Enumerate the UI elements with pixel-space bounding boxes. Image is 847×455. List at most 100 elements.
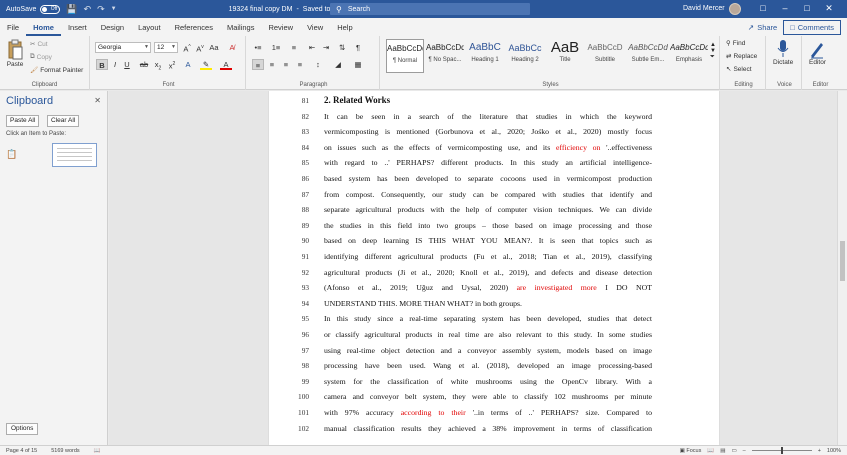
borders-icon[interactable]: ▦ bbox=[352, 59, 364, 70]
read-mode-icon[interactable]: 📖 bbox=[707, 448, 714, 454]
show-formatting-icon[interactable]: ¶ bbox=[352, 42, 364, 53]
tab-insert[interactable]: Insert bbox=[61, 23, 94, 36]
decrease-indent-icon[interactable]: ⇤ bbox=[306, 42, 318, 53]
align-left-icon[interactable]: ≡ bbox=[252, 59, 264, 70]
grow-font-icon[interactable]: A^ bbox=[181, 42, 193, 54]
style-title[interactable]: AaB Title bbox=[546, 39, 584, 73]
text-line[interactable]: UNDERSTAND THIS. MORE THAN WHAT? in both… bbox=[324, 299, 652, 308]
paste-button[interactable]: Paste bbox=[6, 39, 24, 68]
multilevel-list-icon[interactable]: ≡ bbox=[288, 42, 300, 53]
text-line[interactable]: (Afonso et al., 2019; Uğuz and Uysal, 20… bbox=[324, 283, 652, 292]
subscript-icon[interactable]: x2 bbox=[152, 59, 164, 72]
styles-more-icon[interactable]: ▲ ▼ ⏷ bbox=[710, 42, 716, 61]
style-no-spacing[interactable]: AaBbCcDd ¶ No Spac... bbox=[426, 39, 464, 73]
paste-all-button[interactable]: Paste All bbox=[6, 115, 40, 127]
close-icon[interactable]: ✕ bbox=[818, 3, 840, 14]
tab-view[interactable]: View bbox=[300, 23, 330, 36]
text-line[interactable]: agricultural products (Ji et al., 2020; … bbox=[324, 268, 652, 277]
vertical-scrollbar[interactable] bbox=[837, 91, 847, 445]
undo-icon[interactable]: ↶ bbox=[84, 4, 92, 15]
customize-toolbar-icon[interactable]: ▼ bbox=[111, 6, 117, 12]
redo-icon[interactable]: ↷ bbox=[97, 4, 105, 15]
style-subtitle[interactable]: AaBbCcD Subtitle bbox=[586, 39, 624, 73]
find-button[interactable]: ⚲ Find bbox=[726, 39, 745, 48]
bold-icon[interactable]: B bbox=[96, 59, 108, 70]
increase-indent-icon[interactable]: ⇥ bbox=[320, 42, 332, 53]
style-normal[interactable]: AaBbCcDd ¶ Normal bbox=[386, 39, 424, 73]
text-line[interactable]: using real-time object detection and a c… bbox=[324, 346, 652, 355]
text-line[interactable]: the studies in this field into two group… bbox=[324, 221, 652, 230]
font-color-icon[interactable]: A bbox=[220, 59, 232, 70]
web-layout-icon[interactable]: ▭ bbox=[731, 448, 736, 454]
tab-references[interactable]: References bbox=[168, 23, 220, 36]
text-line[interactable]: In this study since a real-time separati… bbox=[324, 314, 652, 323]
scrollbar-thumb[interactable] bbox=[840, 241, 845, 281]
proofing-icon[interactable]: 📖 bbox=[94, 448, 101, 454]
word-count[interactable]: 5169 words bbox=[51, 448, 79, 454]
style-emphasis[interactable]: AaBbCcDd Emphasis bbox=[670, 39, 708, 73]
close-icon[interactable]: ✕ bbox=[94, 96, 101, 105]
section-heading[interactable]: 2. Related Works bbox=[324, 95, 652, 105]
ribbon-display-icon[interactable]: □ bbox=[752, 3, 774, 14]
avatar[interactable] bbox=[729, 3, 741, 15]
tab-design[interactable]: Design bbox=[94, 23, 131, 36]
text-line[interactable]: vermicomposting is mentioned (Gorbunova … bbox=[324, 127, 652, 136]
strikethrough-icon[interactable]: ab bbox=[138, 59, 150, 70]
text-line[interactable]: It can be seen in a search of the litera… bbox=[324, 112, 652, 121]
text-line[interactable]: processing have been used. Wang et al. (… bbox=[324, 361, 652, 370]
format-painter-button[interactable]: 🖌 Format Painter bbox=[30, 66, 83, 75]
clear-all-button[interactable]: Clear All bbox=[47, 115, 80, 127]
tab-help[interactable]: Help bbox=[330, 23, 359, 36]
italic-icon[interactable]: I bbox=[109, 59, 121, 70]
text-line[interactable]: with regard to ..' PERHAPS? different pr… bbox=[324, 158, 652, 167]
change-case-icon[interactable]: Aa bbox=[208, 42, 220, 53]
text-line[interactable]: system for the classification of white m… bbox=[324, 377, 652, 386]
document-area[interactable]: 81 2. Related Works 82 It can be seen in a … bbox=[109, 91, 837, 445]
dictate-button[interactable]: Dictate bbox=[773, 39, 793, 66]
print-layout-icon[interactable]: ▤ bbox=[720, 448, 725, 454]
tab-home[interactable]: Home bbox=[26, 23, 61, 36]
zoom-slider-knob[interactable] bbox=[780, 447, 783, 454]
autosave-toggle[interactable]: Off bbox=[40, 4, 61, 14]
superscript-icon[interactable]: x2 bbox=[166, 59, 178, 71]
style-heading-1[interactable]: AaBbC Heading 1 bbox=[466, 39, 504, 73]
text-line[interactable]: based system has been developed to separ… bbox=[324, 174, 652, 183]
text-line[interactable]: identifying different agricultural produ… bbox=[324, 252, 652, 261]
maximize-icon[interactable]: □ bbox=[796, 3, 818, 14]
text-line[interactable]: with 97% accuracy according to their '..… bbox=[324, 408, 652, 417]
text-effects-icon[interactable]: A bbox=[182, 59, 194, 70]
underline-icon[interactable]: U bbox=[121, 59, 133, 70]
select-button[interactable]: ↖ Select bbox=[726, 65, 752, 74]
search-box[interactable]: ⚲ Search bbox=[330, 3, 530, 15]
text-line[interactable]: separate agricultural products with the … bbox=[324, 205, 652, 214]
clear-formatting-icon[interactable]: A̸ bbox=[226, 42, 238, 53]
text-line[interactable]: on issues such as the effects of vermico… bbox=[324, 143, 652, 152]
share-button[interactable]: ↗ Share bbox=[742, 21, 783, 34]
sort-icon[interactable]: ⇅ bbox=[336, 42, 348, 53]
zoom-in-icon[interactable]: + bbox=[818, 448, 821, 454]
focus-button[interactable]: ▣ Focus bbox=[680, 448, 702, 454]
copy-button[interactable]: ⧉ Copy bbox=[30, 53, 52, 61]
save-icon[interactable]: 💾 bbox=[66, 4, 77, 15]
text-line[interactable]: based on deep learning IS THIS WHAT YOU … bbox=[324, 236, 652, 245]
replace-button[interactable]: ⇄ Replace bbox=[726, 52, 757, 61]
style-subtle-emphasis[interactable]: AaBbCcDd Subtle Em... bbox=[626, 39, 670, 73]
document-page[interactable]: 81 2. Related Works 82 It can be seen in a … bbox=[269, 91, 719, 445]
user-name[interactable]: David Mercer bbox=[683, 5, 725, 12]
options-button[interactable]: Options bbox=[6, 423, 39, 435]
editor-button[interactable]: Editor bbox=[809, 39, 826, 66]
numbering-icon[interactable]: 1≡ bbox=[270, 42, 282, 53]
page-count[interactable]: Page 4 of 15 bbox=[6, 448, 37, 454]
zoom-level[interactable]: 100% bbox=[827, 448, 841, 454]
text-line[interactable]: or classify agricultural products in rea… bbox=[324, 330, 652, 339]
zoom-slider[interactable] bbox=[751, 447, 812, 454]
bullets-icon[interactable]: •≡ bbox=[252, 42, 264, 53]
font-name-select[interactable]: Georgia ▼ bbox=[95, 42, 151, 53]
shrink-font-icon[interactable]: Av bbox=[194, 42, 206, 54]
align-center-icon[interactable]: ≡ bbox=[266, 59, 278, 70]
cut-button[interactable]: ✂ Cut bbox=[30, 40, 48, 49]
zoom-out-icon[interactable]: – bbox=[743, 448, 746, 454]
text-line[interactable]: camera and conveyor belt system, they we… bbox=[324, 392, 652, 401]
shading-icon[interactable]: ◢ bbox=[332, 59, 344, 70]
tab-review[interactable]: Review bbox=[261, 23, 300, 36]
